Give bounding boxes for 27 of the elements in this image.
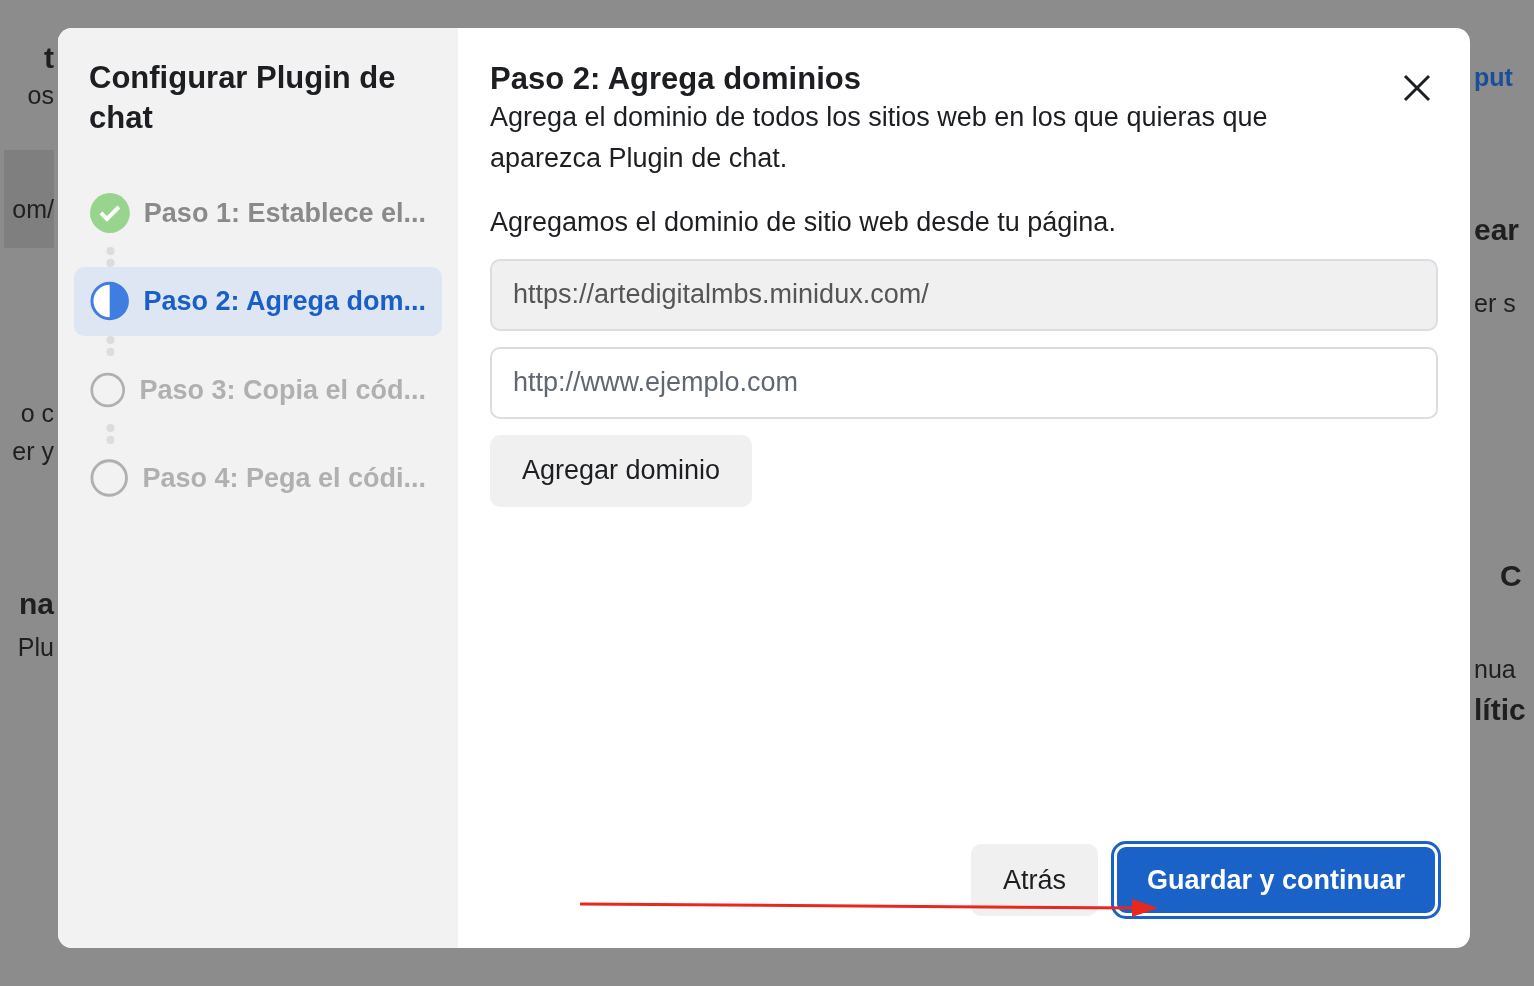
background-text: os — [26, 80, 54, 110]
step-item[interactable]: Paso 1: Establece el... — [74, 178, 442, 248]
close-icon — [1402, 72, 1432, 103]
background-text: put — [1474, 62, 1514, 92]
empty-circle-icon — [90, 458, 129, 499]
dialog-title: Paso 2: Agrega dominios — [490, 60, 862, 98]
background-text: er y — [11, 436, 54, 466]
sidebar-title: Configurar Plugin de chat — [88, 59, 397, 138]
background-text: Plu — [16, 632, 54, 662]
save-continue-button[interactable]: Guardar y continuar — [1113, 844, 1438, 916]
background-text: nua — [1474, 654, 1517, 684]
background-text: om/ — [4, 150, 54, 248]
background-text: ear — [1474, 212, 1521, 248]
background-text: o c — [19, 398, 54, 428]
half-circle-icon — [90, 281, 130, 322]
check-circle-icon — [90, 192, 130, 233]
description: Agrega el dominio de todos los sitios web en los que quieras que aparezca Plugin de chat. — [490, 101, 1269, 175]
background-text: na — [18, 586, 54, 622]
note-text: Agregamos el dominio de sitio web desde tu página. — [490, 206, 1117, 240]
background-text: C — [1499, 558, 1523, 594]
step-item[interactable]: Paso 2: Agrega dom... — [74, 267, 442, 336]
background-text: t — [43, 40, 54, 76]
add-domain-button[interactable]: Agregar dominio — [490, 434, 753, 507]
domain-field[interactable]: http://www.ejemplo.com — [490, 346, 1438, 419]
background-text: lític — [1474, 692, 1527, 728]
back-button[interactable]: Atrás — [970, 844, 1098, 916]
background-text: er s — [1474, 288, 1517, 318]
